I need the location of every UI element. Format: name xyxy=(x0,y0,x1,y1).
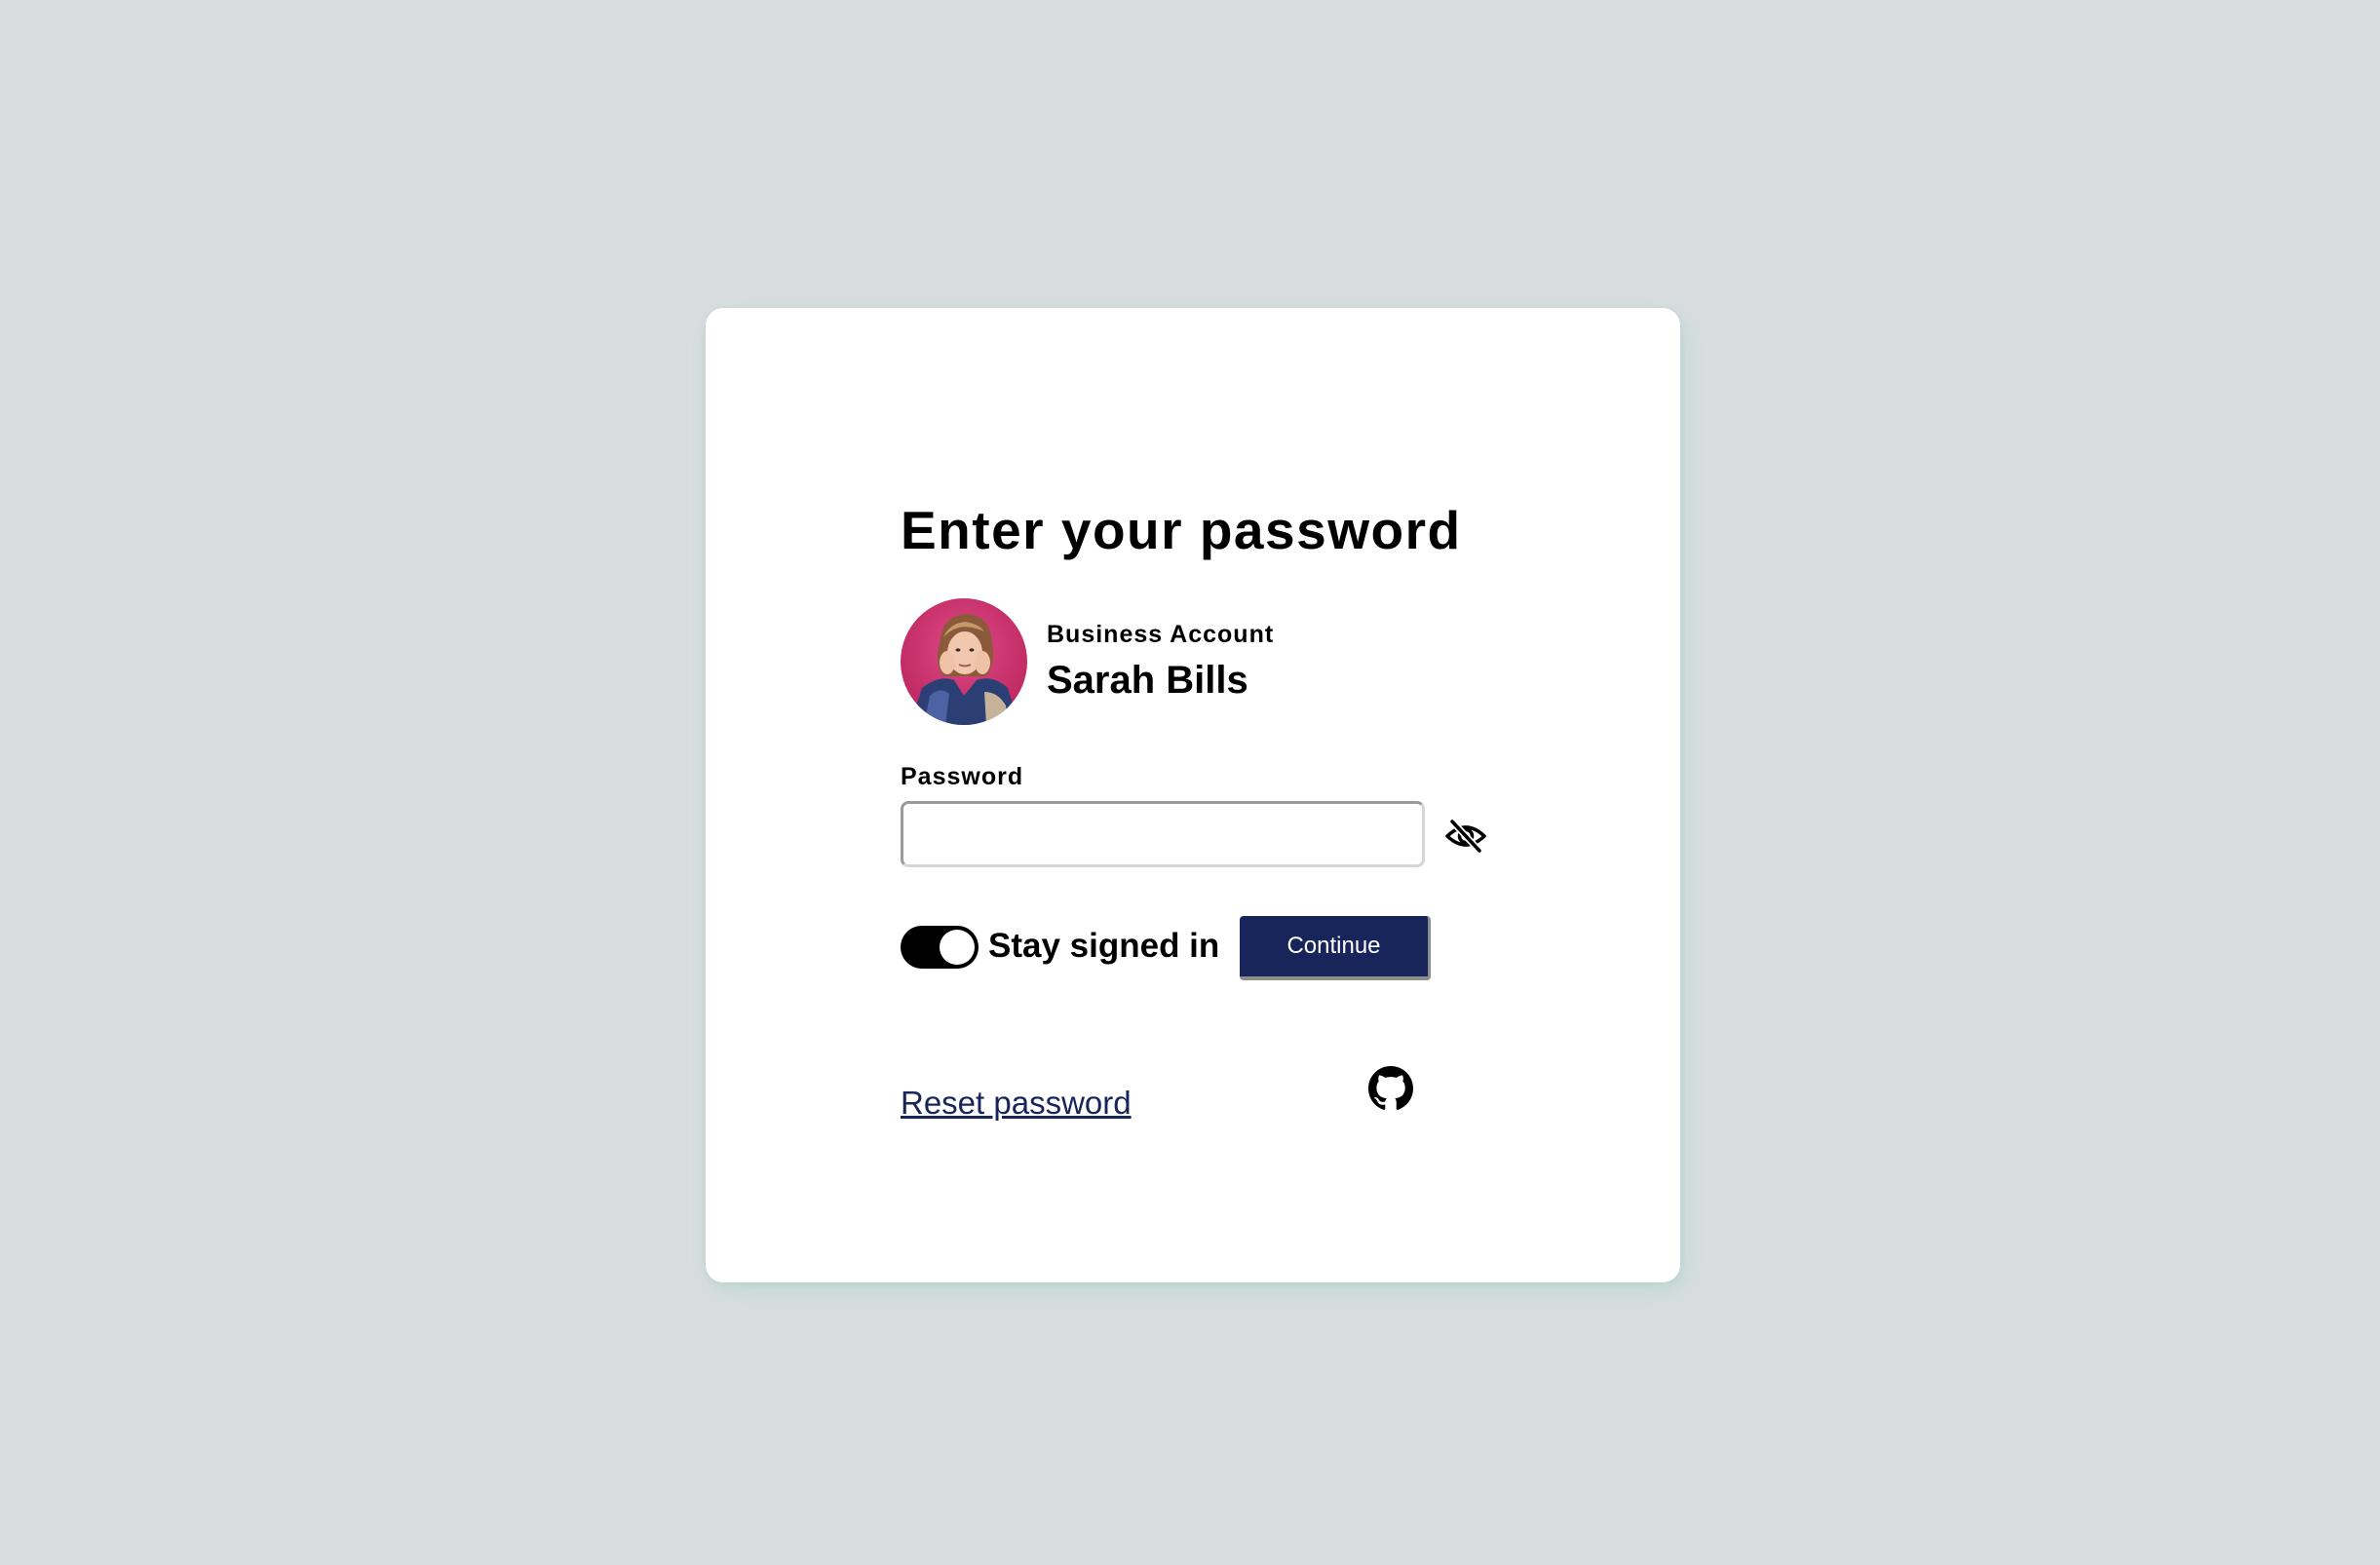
eye-slash-icon xyxy=(1445,819,1486,854)
toggle-password-visibility-button[interactable] xyxy=(1444,817,1487,856)
avatar xyxy=(901,598,1027,725)
stay-signed-in-toggle[interactable] xyxy=(901,926,979,969)
github-icon xyxy=(1368,1066,1413,1110)
password-label: Password xyxy=(901,763,1024,790)
continue-button[interactable]: Continue xyxy=(1240,916,1431,980)
toggle-knob xyxy=(940,930,975,965)
reset-password-link[interactable]: Reset password xyxy=(901,1082,1132,1125)
password-input[interactable] xyxy=(901,801,1425,867)
stay-signed-in-label: Stay signed in xyxy=(988,927,1220,965)
page-title: Enter your password xyxy=(901,500,1462,560)
github-signin-button[interactable] xyxy=(1368,1066,1413,1111)
account-type-label: Business Account xyxy=(1047,621,1275,648)
login-card xyxy=(706,308,1680,1282)
account-name: Sarah Bills xyxy=(1047,659,1248,702)
